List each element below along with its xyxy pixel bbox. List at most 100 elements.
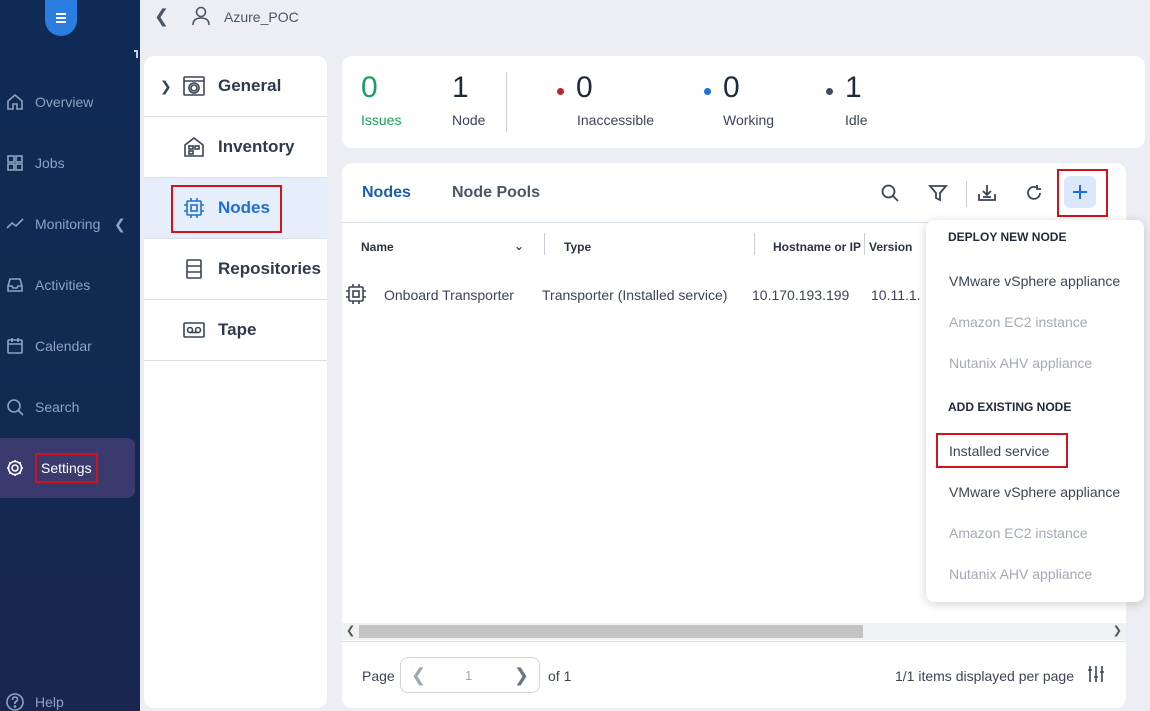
divider [966, 181, 967, 207]
stat-working[interactable]: 0 Working [723, 70, 774, 128]
column-divider[interactable] [544, 233, 545, 255]
items-per-page-label: 1/1 items displayed per page [895, 668, 1074, 684]
highlight-box [171, 185, 282, 233]
search-icon[interactable] [878, 181, 902, 205]
subnav-item-general[interactable]: ❯ General [144, 56, 327, 117]
stat-idle[interactable]: 1 Idle [845, 70, 868, 128]
horizontal-scrollbar[interactable]: ❮ ❯ [342, 623, 1126, 640]
main-nav: Overview Jobs Monitoring ❮ Activities Ca… [0, 0, 140, 711]
nav-label: Search [35, 399, 80, 415]
pagination-bar: Page ❮ 1 ❯ of 1 1/1 items displayed per … [342, 641, 1126, 708]
scroll-left-icon[interactable]: ❮ [346, 624, 355, 637]
subnav-item-inventory[interactable]: Inventory [144, 117, 327, 178]
menu-item-deploy-ec2[interactable]: Amazon EC2 instance [949, 314, 1088, 330]
tab-bar: Nodes Node Pools [342, 163, 1126, 223]
column-header-version[interactable]: Version [869, 240, 912, 254]
menu-item-installed-service[interactable]: Installed service [949, 443, 1049, 459]
settings-window-icon [180, 72, 208, 100]
menu-item-existing-ec2[interactable]: Amazon EC2 instance [949, 525, 1088, 541]
stat-node[interactable]: 1 Node [452, 70, 485, 128]
nav-label: Overview [35, 94, 94, 110]
cell-hostname: 10.170.193.199 [752, 287, 850, 303]
nav-item-monitoring[interactable]: Monitoring ❮ [0, 202, 135, 246]
stat-value: 1 [845, 71, 862, 104]
subnav-label: Repositories [218, 259, 321, 278]
calendar-icon [0, 336, 30, 356]
chevron-left-icon[interactable]: ❮ [114, 216, 126, 233]
subnav-label: Tape [218, 320, 257, 339]
nav-item-calendar[interactable]: Calendar [0, 324, 135, 368]
filter-icon[interactable] [926, 181, 950, 205]
sliders-icon[interactable] [1086, 664, 1106, 689]
subnav-item-tape[interactable]: Tape [144, 300, 327, 361]
stats-card: 0 Issues 1 Node 0 Inaccessible 0 Working… [342, 56, 1145, 148]
help-icon [0, 692, 30, 711]
stat-issues[interactable]: 0 Issues [361, 70, 401, 128]
chip-icon [344, 282, 368, 311]
home-icon [0, 92, 30, 112]
database-icon [180, 255, 208, 283]
gear-icon [0, 458, 30, 478]
grid-icon [0, 153, 30, 173]
page-count: of 1 [548, 668, 572, 684]
stat-label: Idle [845, 112, 868, 128]
nav-item-overview[interactable]: Overview [0, 80, 135, 124]
stat-label: Issues [361, 112, 402, 128]
nav-item-jobs[interactable]: Jobs [0, 141, 135, 185]
nav-item-settings[interactable]: Settings [0, 438, 135, 498]
next-page-icon[interactable]: ❯ [514, 665, 529, 686]
stat-inaccessible[interactable]: 0 Inaccessible [576, 70, 654, 128]
nav-item-search[interactable]: Search [0, 385, 135, 429]
nav-label: Activities [35, 277, 91, 293]
refresh-icon[interactable] [1022, 181, 1046, 205]
page-selector[interactable]: ❮ 1 ❯ [400, 657, 540, 693]
menu-item-deploy-vsphere[interactable]: VMware vSphere appliance [949, 273, 1120, 289]
chevron-right-icon[interactable]: ❯ [160, 78, 172, 95]
column-header-type[interactable]: Type [564, 240, 591, 254]
tape-icon [180, 316, 208, 344]
stat-label: Working [723, 112, 775, 128]
cell-type: Transporter (Installed service) [542, 287, 728, 303]
tab-node-pools[interactable]: Node Pools [452, 184, 540, 202]
subnav-item-repositories[interactable]: Repositories [144, 239, 327, 300]
nav-label: Calendar [35, 338, 92, 354]
subnav-label: General [218, 76, 282, 95]
settings-subnav: ❯ General Inventory Nodes Repositories T… [144, 56, 327, 708]
nav-label: Monitoring [35, 216, 101, 232]
cell-name[interactable]: Onboard Transporter [384, 287, 514, 303]
subnav-label: Inventory [218, 137, 295, 156]
back-icon[interactable]: ❮ [154, 6, 169, 27]
export-icon[interactable] [975, 181, 999, 205]
page-number[interactable]: 1 [465, 668, 472, 683]
stat-value: 0 [361, 71, 378, 104]
menu-item-deploy-nutanix[interactable]: Nutanix AHV appliance [949, 355, 1092, 371]
logo-icon [56, 13, 66, 23]
app-logo[interactable] [45, 0, 77, 36]
user-icon [190, 5, 212, 32]
nav-item-activities[interactable]: Activities [0, 263, 135, 307]
nav-label: Jobs [35, 155, 65, 171]
scrollbar-thumb[interactable] [359, 625, 863, 638]
column-header-hostname[interactable]: Hostname or IP [773, 240, 861, 254]
scroll-right-icon[interactable]: ❯ [1113, 624, 1122, 637]
nav-label-settings: Settings [35, 453, 98, 483]
search-icon [0, 397, 30, 417]
column-divider[interactable] [864, 233, 865, 255]
nav-item-help[interactable]: Help [0, 680, 135, 711]
tab-nodes[interactable]: Nodes [362, 184, 411, 202]
menu-header-deploy: DEPLOY NEW NODE [948, 230, 1067, 244]
stat-label: Node [452, 112, 486, 128]
highlight-box [1057, 169, 1108, 217]
prev-page-icon[interactable]: ❮ [411, 665, 426, 686]
column-header-name[interactable]: Name [361, 240, 394, 254]
column-divider[interactable] [754, 233, 755, 255]
sort-chevron-icon[interactable]: ⌄ [514, 239, 524, 253]
collapse-handle[interactable] [134, 50, 138, 58]
subnav-item-nodes[interactable]: Nodes [144, 178, 327, 239]
nav-label: Help [35, 694, 64, 710]
breadcrumb[interactable]: Azure_POC [224, 9, 299, 25]
menu-item-existing-vsphere[interactable]: VMware vSphere appliance [949, 484, 1120, 500]
menu-item-existing-nutanix[interactable]: Nutanix AHV appliance [949, 566, 1092, 582]
stat-label: Inaccessible [577, 112, 655, 128]
idle-dot-icon [826, 88, 833, 95]
